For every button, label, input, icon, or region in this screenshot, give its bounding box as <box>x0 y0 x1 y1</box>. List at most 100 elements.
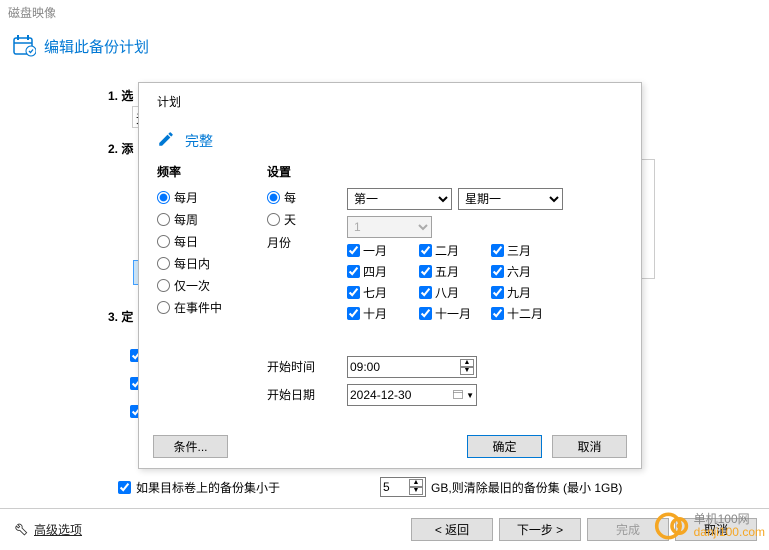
freq-option-5[interactable]: 在事件中 <box>157 298 257 316</box>
freq-radio-1[interactable] <box>157 213 170 226</box>
month-item-7[interactable]: 八月 <box>419 284 491 301</box>
calendar-icon[interactable] <box>452 388 464 403</box>
time-spinner[interactable]: ▲▼ <box>460 359 474 375</box>
start-time-input[interactable]: ▲▼ <box>347 356 477 378</box>
target-size-checkbox[interactable] <box>118 481 131 494</box>
target-size-field[interactable] <box>383 480 407 494</box>
freq-radio-4[interactable] <box>157 279 170 292</box>
freq-option-4[interactable]: 仅一次 <box>157 276 257 294</box>
finish-button: 完成 <box>587 518 669 541</box>
month-label-9: 十月 <box>363 305 387 322</box>
freq-label-3: 每日内 <box>174 255 210 272</box>
day-label: 天 <box>284 211 296 228</box>
advanced-options-label: 高级选项 <box>34 521 82 538</box>
spinner-up-icon[interactable]: ▲ <box>460 359 474 367</box>
month-label-4: 五月 <box>435 263 459 280</box>
freq-radio-5[interactable] <box>157 301 170 314</box>
month-label-8: 九月 <box>507 284 531 301</box>
month-item-11[interactable]: 十二月 <box>491 305 563 322</box>
freq-option-2[interactable]: 每日 <box>157 232 257 250</box>
month-label-7: 八月 <box>435 284 459 301</box>
month-check-4[interactable] <box>419 265 432 278</box>
month-check-7[interactable] <box>419 286 432 299</box>
schedule-dialog: 计划 完整 频率 每月每周每日每日内仅一次在事件中 设置 每 <box>138 82 642 469</box>
next-button[interactable]: 下一步 > <box>499 518 581 541</box>
chevron-down-icon[interactable]: ▼ <box>466 391 474 400</box>
every-radio-row[interactable]: 每 <box>267 188 347 206</box>
freq-label-4: 仅一次 <box>174 277 210 294</box>
month-check-2[interactable] <box>491 244 504 257</box>
footer-cancel-button[interactable]: 取消 <box>675 518 757 541</box>
start-time-label: 开始时间 <box>267 356 347 375</box>
month-label-2: 三月 <box>507 242 531 259</box>
month-item-4[interactable]: 五月 <box>419 263 491 280</box>
window-title: 磁盘映像 <box>0 0 769 25</box>
step-3-label: 3. 定 <box>108 308 133 325</box>
freq-label-5: 在事件中 <box>174 299 222 316</box>
month-item-9[interactable]: 十月 <box>347 305 419 322</box>
back-button[interactable]: < 返回 <box>411 518 493 541</box>
page-title: 编辑此备份计划 <box>44 36 149 57</box>
day-number-select: 1 <box>347 216 432 238</box>
month-item-5[interactable]: 六月 <box>491 263 563 280</box>
month-label-3: 四月 <box>363 263 387 280</box>
month-item-8[interactable]: 九月 <box>491 284 563 301</box>
month-check-1[interactable] <box>419 244 432 257</box>
month-label-11: 十二月 <box>507 305 543 322</box>
target-size-row: 如果目标卷上的备份集小于 ▲▼ GB,则清除最旧的备份集 (最小 1GB) <box>118 477 622 497</box>
freq-label-2: 每日 <box>174 233 198 250</box>
freq-radio-0[interactable] <box>157 191 170 204</box>
dialog-title: 完整 <box>185 131 213 151</box>
cancel-button[interactable]: 取消 <box>552 435 627 458</box>
month-check-11[interactable] <box>491 307 504 320</box>
month-check-10[interactable] <box>419 307 432 320</box>
month-item-10[interactable]: 十一月 <box>419 305 491 322</box>
month-item-3[interactable]: 四月 <box>347 263 419 280</box>
ok-button[interactable]: 确定 <box>467 435 542 458</box>
calendar-edit-icon <box>12 33 36 60</box>
spinner-down-icon[interactable]: ▼ <box>460 367 474 375</box>
month-label: 月份 <box>267 232 347 251</box>
target-size-input[interactable]: ▲▼ <box>380 477 426 497</box>
advanced-options-link[interactable]: 高级选项 <box>12 520 82 539</box>
month-check-8[interactable] <box>491 286 504 299</box>
month-check-0[interactable] <box>347 244 360 257</box>
pencil-icon <box>157 130 175 151</box>
month-item-6[interactable]: 七月 <box>347 284 419 301</box>
month-label-5: 六月 <box>507 263 531 280</box>
spinner-down-icon[interactable]: ▼ <box>409 487 423 495</box>
plan-label: 计划 <box>157 93 623 110</box>
every-label: 每 <box>284 189 296 206</box>
target-size-label: 如果目标卷上的备份集小于 <box>136 479 280 496</box>
month-item-1[interactable]: 二月 <box>419 242 491 259</box>
step-1-label: 1. 选 <box>108 87 133 104</box>
freq-option-0[interactable]: 每月 <box>157 188 257 206</box>
week-select[interactable]: 第一 <box>347 188 452 210</box>
month-check-9[interactable] <box>347 307 360 320</box>
settings-title: 设置 <box>267 163 623 180</box>
every-radio[interactable] <box>267 191 280 204</box>
month-check-3[interactable] <box>347 265 360 278</box>
freq-option-3[interactable]: 每日内 <box>157 254 257 272</box>
month-check-6[interactable] <box>347 286 360 299</box>
start-date-input[interactable]: ▼ <box>347 384 477 406</box>
step-2-label: 2. 添 <box>108 140 133 157</box>
month-check-5[interactable] <box>491 265 504 278</box>
frequency-title: 频率 <box>157 163 257 180</box>
freq-option-1[interactable]: 每周 <box>157 210 257 228</box>
month-item-2[interactable]: 三月 <box>491 242 563 259</box>
start-time-field[interactable] <box>350 360 440 374</box>
month-label-10: 十一月 <box>435 305 471 322</box>
freq-radio-3[interactable] <box>157 257 170 270</box>
start-date-field[interactable] <box>350 388 440 402</box>
month-label-0: 一月 <box>363 242 387 259</box>
size-spinner[interactable]: ▲▼ <box>409 479 423 495</box>
freq-radio-2[interactable] <box>157 235 170 248</box>
conditions-button[interactable]: 条件... <box>153 435 228 458</box>
freq-label-0: 每月 <box>174 189 198 206</box>
weekday-select[interactable]: 星期一 <box>458 188 563 210</box>
spinner-up-icon[interactable]: ▲ <box>409 479 423 487</box>
month-item-0[interactable]: 一月 <box>347 242 419 259</box>
day-radio-row[interactable]: 天 <box>267 210 347 228</box>
day-radio[interactable] <box>267 213 280 226</box>
